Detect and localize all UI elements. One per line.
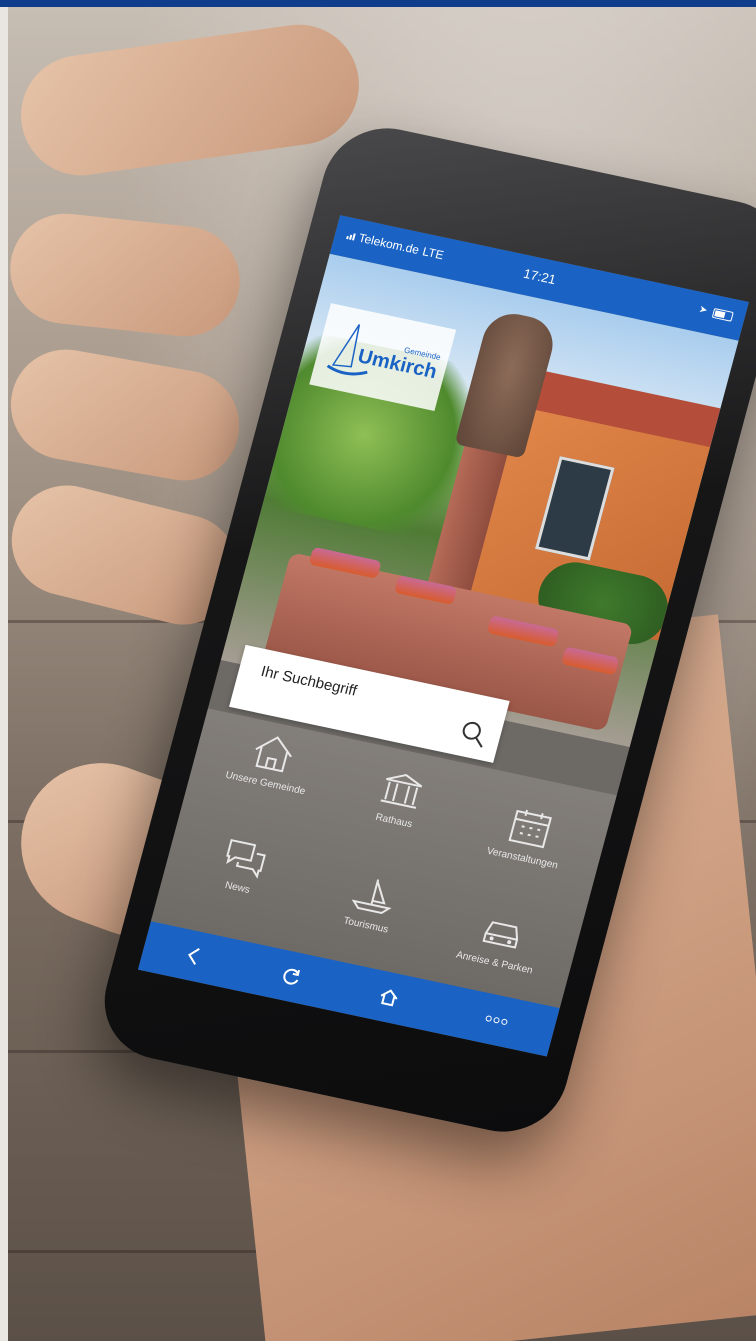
back-icon xyxy=(188,948,200,965)
tile-label: Unsere Gemeinde xyxy=(224,769,307,798)
reload-button[interactable] xyxy=(268,958,315,995)
home-icon xyxy=(380,989,398,1007)
tile-label: Veranstaltungen xyxy=(485,845,560,872)
chat-bubbles-icon xyxy=(226,839,266,879)
back-button[interactable] xyxy=(170,937,217,974)
tile-label: News xyxy=(223,880,251,896)
more-button[interactable] xyxy=(473,1002,520,1039)
car-icon xyxy=(482,921,519,949)
tile-label: Anreise & Parken xyxy=(454,949,534,977)
calendar-icon xyxy=(508,809,552,849)
left-finger xyxy=(2,340,248,490)
top-accent-bar xyxy=(0,0,756,7)
town-hall-icon xyxy=(380,774,423,809)
tile-rathaus[interactable]: Rathaus xyxy=(320,748,473,872)
left-thumb xyxy=(13,16,367,184)
tile-unsere-gemeinde[interactable]: Unsere Gemeinde xyxy=(192,710,345,834)
house-icon xyxy=(255,736,292,773)
location-arrow-icon: ➤ xyxy=(697,303,709,317)
left-finger xyxy=(4,208,246,342)
search-input[interactable]: Ihr Suchbegriff xyxy=(259,663,359,700)
more-icon xyxy=(485,1015,508,1025)
tile-veranstaltungen[interactable]: Veranstaltungen xyxy=(449,786,602,910)
sailboat-icon xyxy=(351,879,392,915)
tile-label: Rathaus xyxy=(374,811,414,831)
logo-sail-icon xyxy=(326,324,368,376)
tile-label: Tourismus xyxy=(342,915,390,936)
left-page-edge xyxy=(0,7,8,1341)
reload-icon xyxy=(283,968,301,985)
tile-news[interactable]: News xyxy=(164,815,317,939)
home-button[interactable] xyxy=(365,979,412,1016)
search-icon[interactable] xyxy=(457,718,492,751)
